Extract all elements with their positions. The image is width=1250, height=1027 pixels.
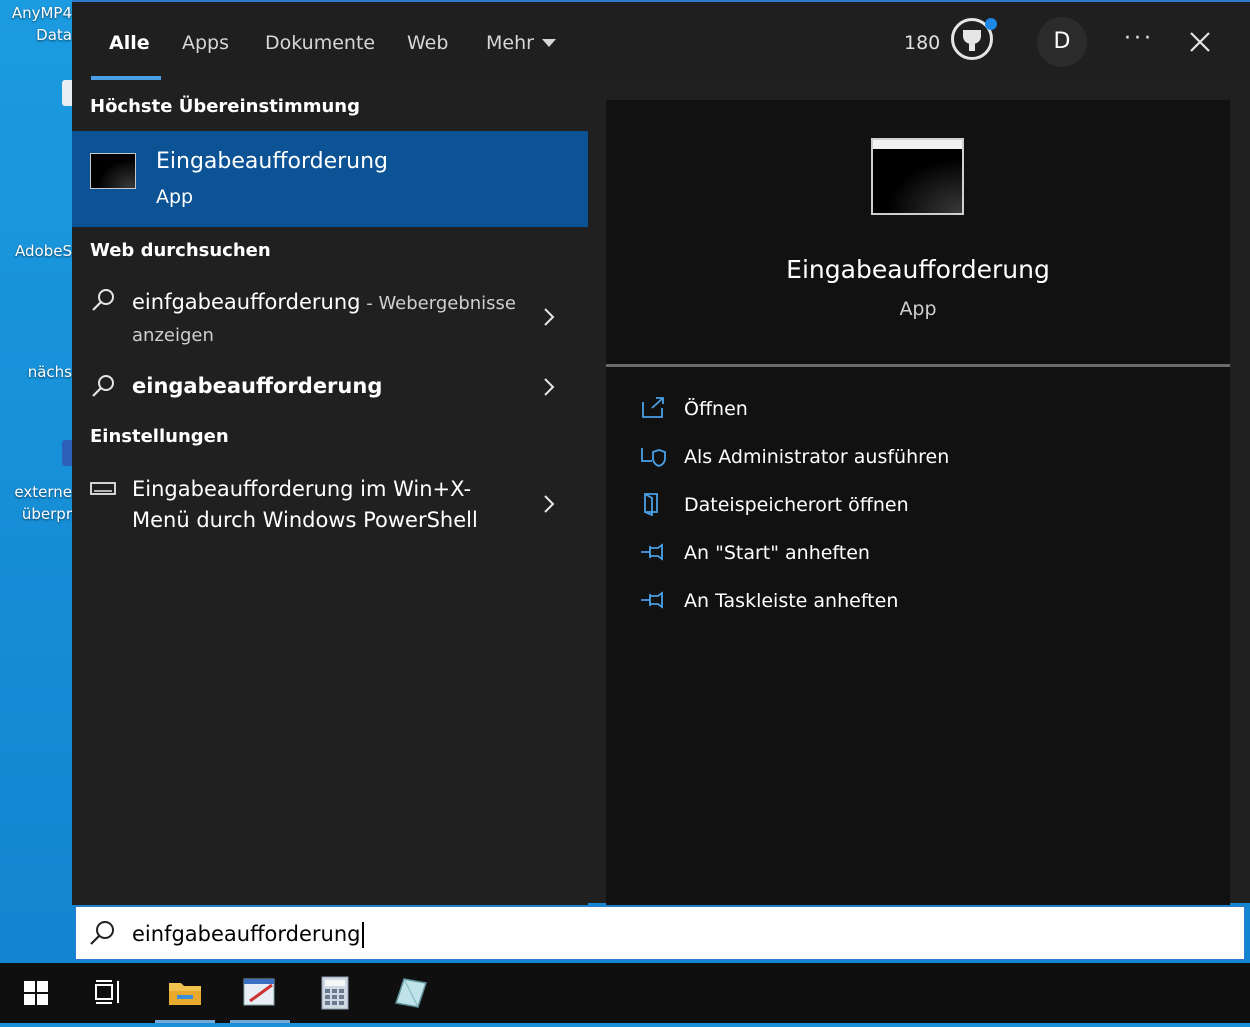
best-match-subtitle: App	[156, 186, 194, 208]
desktop-label-line: Data	[36, 26, 72, 44]
preview-title: Eingabeaufforderung	[786, 255, 1050, 284]
web-search-heading: Web durchsuchen	[90, 240, 271, 261]
desktop-icon-label[interactable]: externe überpr	[14, 481, 72, 525]
desktop-label-line: AnyMP4	[11, 4, 72, 22]
action-label: An "Start" anheften	[684, 542, 870, 564]
trophy-stem	[969, 44, 975, 51]
desktop-label-line: externe	[14, 483, 72, 501]
search-panel: Alle Apps Dokumente Web Mehr 180 D ··· H…	[72, 0, 1250, 905]
task-view-button[interactable]	[78, 963, 138, 1023]
best-match-item[interactable]: Eingabeaufforderung App	[72, 131, 588, 227]
notification-dot	[985, 18, 997, 30]
rewards-points: 180	[904, 32, 941, 54]
pin-icon	[641, 543, 663, 561]
search-icon	[92, 289, 114, 311]
tab-alle[interactable]: Alle	[109, 30, 150, 56]
open-icon	[642, 397, 664, 418]
notes-app-icon	[395, 978, 427, 1008]
start-icon	[24, 981, 48, 1005]
tab-dokumente[interactable]: Dokumente	[265, 30, 375, 56]
search-header: Alle Apps Dokumente Web Mehr 180 D ···	[72, 2, 1250, 82]
action-label: Als Administrator ausführen	[684, 446, 950, 468]
action-run-as-admin[interactable]: Als Administrator ausführen	[640, 442, 1200, 472]
chevron-down-icon[interactable]	[542, 39, 556, 47]
settings-item[interactable]: Eingabeaufforderung im Win+X-Menü durch …	[72, 472, 588, 542]
tab-apps[interactable]: Apps	[182, 30, 229, 56]
editor-app-button[interactable]	[230, 963, 290, 1023]
desktop-icon-label[interactable]: nächs	[28, 361, 72, 383]
tab-web[interactable]: Web	[407, 30, 448, 56]
best-match-heading: Höchste Übereinstimmung	[90, 96, 360, 117]
action-label: Öffnen	[684, 398, 748, 420]
action-open[interactable]: Öffnen	[640, 394, 1200, 424]
results-list: Höchste Übereinstimmung Eingabeaufforder…	[72, 82, 588, 905]
editor-app-icon	[243, 978, 275, 1006]
file-explorer-icon	[169, 983, 201, 1005]
notes-app-button[interactable]	[380, 963, 440, 1023]
action-label: An Taskleiste anheften	[684, 590, 899, 612]
chevron-right-icon	[544, 378, 555, 396]
task-view-icon	[95, 980, 119, 1004]
web-result-text: einfgabeaufforderung - Webergebnisse anz…	[132, 287, 522, 351]
file-explorer-button[interactable]	[155, 963, 215, 1023]
folder-location-icon	[644, 493, 658, 516]
preview-pane: Eingabeaufforderung App Öffnen Als Admin…	[606, 100, 1230, 905]
preview-subtitle: App	[899, 298, 937, 320]
command-prompt-icon	[90, 153, 136, 189]
keyboard-icon	[90, 482, 116, 495]
search-icon	[90, 921, 114, 945]
action-open-file-location[interactable]: Dateispeicherort öffnen	[640, 490, 1200, 520]
shield-icon	[641, 448, 666, 467]
web-result-item[interactable]: einfgabeaufforderung - Webergebnisse anz…	[72, 277, 588, 357]
tab-mehr[interactable]: Mehr	[486, 30, 534, 56]
desktop-label-line: AdobeS	[15, 242, 72, 260]
taskbar	[0, 963, 1250, 1023]
chevron-right-icon	[544, 495, 555, 513]
calculator-icon	[321, 976, 349, 1010]
trophy-cup	[963, 30, 981, 44]
start-button[interactable]	[6, 963, 66, 1023]
action-label: Dateispeicherort öffnen	[684, 494, 909, 516]
web-result-query: einfgabeaufforderung	[132, 290, 361, 314]
calculator-button[interactable]	[305, 963, 365, 1023]
action-pin-to-start[interactable]: An "Start" anheften	[640, 538, 1200, 568]
desktop-icon-label[interactable]: AdobeS	[15, 240, 72, 262]
text-cursor	[361, 922, 364, 948]
search-input[interactable]: einfgabeaufforderung	[75, 906, 1245, 960]
search-input-text: einfgabeaufforderung	[132, 920, 364, 948]
avatar[interactable]: D	[1037, 17, 1087, 67]
desktop-label-line: nächs	[27, 363, 72, 381]
best-match-title: Eingabeaufforderung	[156, 149, 388, 174]
more-options-icon[interactable]: ···	[1124, 24, 1154, 54]
pin-icon	[641, 591, 663, 609]
chevron-right-icon	[544, 308, 555, 326]
close-icon[interactable]	[1185, 24, 1215, 60]
command-prompt-icon	[871, 138, 964, 215]
preview-header: Eingabeaufforderung App	[606, 100, 1230, 364]
divider	[606, 364, 1230, 367]
settings-heading: Einstellungen	[90, 426, 229, 447]
web-result-query: eingabeaufforderung	[132, 374, 383, 398]
desktop-icon-label[interactable]: AnyMP4 Data	[12, 2, 72, 46]
action-pin-to-taskbar[interactable]: An Taskleiste anheften	[640, 586, 1200, 616]
trophy-icon[interactable]	[951, 18, 997, 60]
search-icon	[92, 375, 114, 397]
search-value: einfgabeaufforderung	[132, 922, 361, 946]
desktop-label-line: überpr	[21, 505, 72, 523]
settings-item-text: Eingabeaufforderung im Win+X-Menü durch …	[132, 477, 478, 532]
web-result-item[interactable]: eingabeaufforderung	[72, 367, 588, 407]
active-tab-indicator	[91, 76, 161, 80]
